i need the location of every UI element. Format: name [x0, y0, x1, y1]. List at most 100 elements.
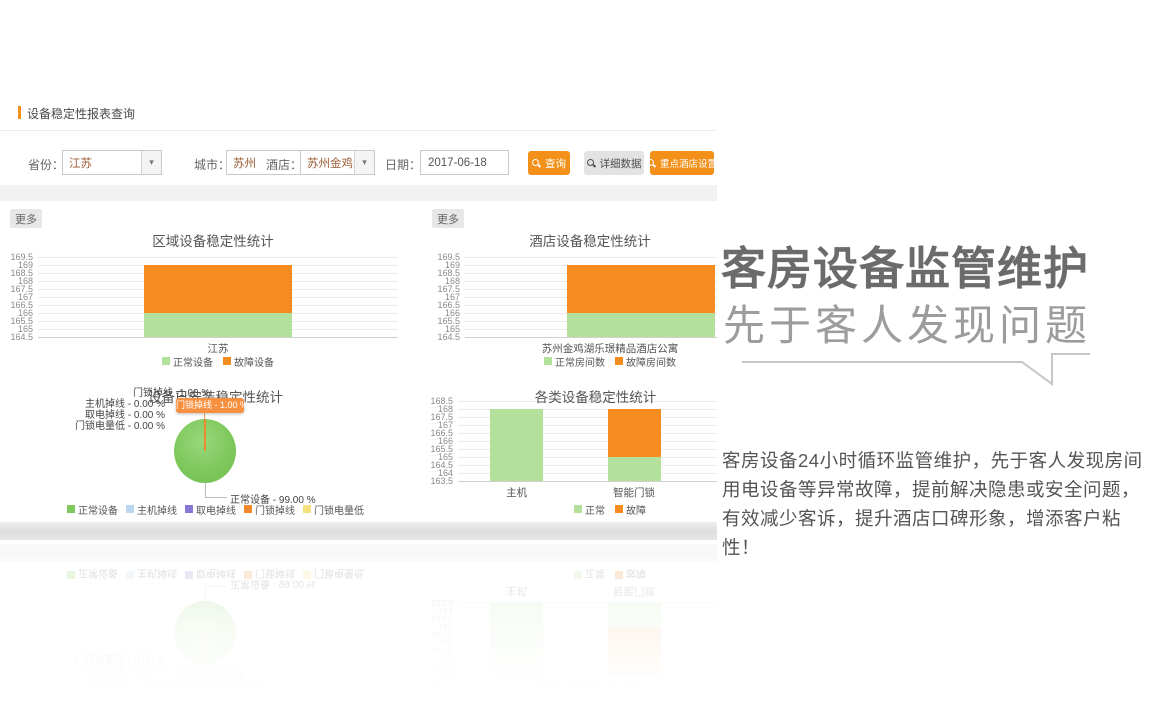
legend-label: 正常: [585, 502, 605, 517]
legend-item[interactable]: 故障设备: [223, 354, 274, 369]
city-label: 城市：: [194, 156, 230, 173]
y-axis-tick-label: 164.5: [437, 332, 460, 342]
legend-item[interactable]: 故障: [615, 502, 646, 517]
gridline: [465, 257, 717, 258]
device-type-chart-plot: 168.5168167.5167166.5166165.5165164.5164…: [458, 401, 717, 481]
hotel-value: 苏州金鸡湖乐璟精: [301, 155, 354, 171]
region-chart-xaxis: 江苏: [38, 341, 398, 353]
legend-label: 主机掉线: [137, 502, 177, 517]
gridline: [38, 337, 398, 338]
legend-swatch: [162, 357, 170, 365]
legend-swatch: [615, 357, 623, 365]
hotel-chart-xaxis: 苏州金鸡湖乐璟精品酒店公寓: [465, 341, 717, 353]
title-accent-bar: [18, 106, 21, 119]
hotel-select[interactable]: 苏州金鸡湖乐璟精 ▾: [300, 150, 375, 175]
bar-segment: [567, 313, 715, 337]
legend-label: 故障设备: [234, 354, 274, 369]
key-hotel-settings-button[interactable]: 重点酒店设置: [650, 151, 714, 175]
legend-label: 正常设备: [173, 354, 213, 369]
callout-line: [740, 348, 1095, 390]
bar-segment: [144, 265, 292, 313]
magnifier-icon: [647, 159, 656, 168]
subheadline: 先于客人发现问题: [723, 292, 1163, 353]
query-button[interactable]: 查询: [528, 151, 570, 175]
bar-segment: [608, 409, 661, 457]
key-hotel-button-label: 重点酒店设置: [660, 156, 717, 170]
device-type-chart-legend: 正常 故障: [465, 503, 717, 515]
legend-swatch: [615, 505, 623, 513]
query-button-label: 查询: [545, 156, 566, 171]
legend-label: 门锁电量低: [314, 502, 364, 517]
legend-swatch: [67, 505, 75, 513]
chart-tooltip: 门锁掉线 - 1.00 %: [176, 398, 244, 413]
hotel-chart-legend: 正常房间数 故障房间数: [465, 355, 717, 367]
province-label: 省份：: [28, 156, 64, 173]
legend-label: 正常房间数: [555, 354, 605, 369]
pie-chart: [174, 419, 236, 483]
hotel-chart-plot: 169.5169168.5168167.5167166.5166165.5165…: [465, 257, 717, 337]
gridline: [465, 337, 717, 338]
legend-swatch: [126, 505, 134, 513]
y-axis-tick-label: 163.5: [430, 476, 453, 486]
legend-label: 故障房间数: [626, 354, 676, 369]
dashboard-screenshot: 设备稳定性报表查询 省份： 江苏 ▾ 城市： 苏州 ▾ 酒店： 苏州金鸡湖乐璟精…: [0, 543, 717, 702]
legend-label: 正常设备: [78, 502, 118, 517]
region-chart-legend: 正常设备 故障设备: [38, 355, 398, 367]
headline: 客房设备监管维护: [721, 232, 1161, 297]
hotel-chart-title: 酒店设备稳定性统计: [465, 230, 715, 250]
more-button-left[interactable]: 更多: [10, 209, 42, 228]
gridline: [458, 481, 717, 482]
bar-segment: [608, 457, 661, 481]
chevron-down-icon: ▾: [141, 151, 161, 174]
dashboard-screenshot: 设备稳定性报表查询 省份： 江苏 ▾ 城市： 苏州 ▾ 酒店： 苏州金鸡湖乐璟精…: [0, 100, 717, 541]
device-type-chart-title: 各类设备稳定性统计: [458, 386, 717, 406]
legend-item[interactable]: 故障房间数: [615, 354, 676, 369]
legend-item[interactable]: 正常设备: [162, 354, 213, 369]
legend-item[interactable]: 正常设备: [67, 502, 118, 517]
province-value: 江苏: [63, 155, 141, 171]
page-title: 设备稳定性报表查询: [27, 105, 135, 122]
legend-swatch: [574, 505, 582, 513]
pie-callout-line: [205, 497, 227, 498]
bar-segment: [567, 265, 715, 313]
legend-item[interactable]: 取电掉线: [185, 502, 236, 517]
chevron-down-icon: ▾: [354, 151, 374, 174]
x-axis-label: 智能门锁: [613, 485, 655, 500]
footer-strip: [0, 522, 717, 540]
legend-swatch: [544, 357, 552, 365]
legend-item[interactable]: 正常房间数: [544, 354, 605, 369]
gridline: [38, 257, 398, 258]
bar-segment: [490, 409, 543, 481]
pie-slice-fault: [204, 419, 206, 451]
magnifier-icon: [532, 159, 541, 168]
header-divider: [0, 130, 717, 131]
page: 设备稳定性报表查询 省份： 江苏 ▾ 城市： 苏州 ▾ 酒店： 苏州金鸡湖乐璟精…: [0, 0, 1170, 702]
region-chart-title: 区域设备稳定性统计: [38, 230, 388, 250]
device-type-chart-xaxis: 主机 智能门锁: [458, 485, 717, 497]
legend-item[interactable]: 正常: [574, 502, 605, 517]
reflection: 设备稳定性报表查询 省份： 江苏 ▾ 城市： 苏州 ▾ 酒店： 苏州金鸡湖乐璟精…: [0, 543, 717, 702]
detail-button-label: 详细数据: [600, 156, 642, 171]
hotel-label: 酒店：: [266, 156, 302, 173]
more-button-right[interactable]: 更多: [432, 209, 464, 228]
legend-swatch: [303, 505, 311, 513]
date-label: 日期：: [385, 156, 421, 173]
province-select[interactable]: 江苏 ▾: [62, 150, 162, 175]
pie-callout-label: 门锁电量低 - 0.00 %: [20, 417, 165, 432]
x-axis-label: 主机: [506, 485, 527, 500]
legend-swatch: [223, 357, 231, 365]
bar-segment: [144, 313, 292, 337]
pie-callout-line: [205, 483, 206, 497]
detail-data-button[interactable]: 详细数据: [584, 151, 644, 175]
legend-label: 故障: [626, 502, 646, 517]
date-input[interactable]: [420, 150, 509, 175]
legend-swatch: [185, 505, 193, 513]
magnifier-icon: [587, 159, 596, 168]
legend-item[interactable]: 主机掉线: [126, 502, 177, 517]
pie-chart-legend: 正常设备主机掉线取电掉线门锁掉线门锁电量低: [28, 503, 403, 515]
y-axis-tick-label: 164.5: [10, 332, 33, 342]
marketing-paragraph: 客房设备24小时循环监管维护，先于客人发现房间用电设备等异常故障，提前解决隐患或…: [722, 446, 1146, 562]
region-chart-plot: 169.5169168.5168167.5167166.5166165.5165…: [38, 257, 398, 337]
legend-swatch: [244, 505, 252, 513]
section-separator: [0, 185, 717, 201]
